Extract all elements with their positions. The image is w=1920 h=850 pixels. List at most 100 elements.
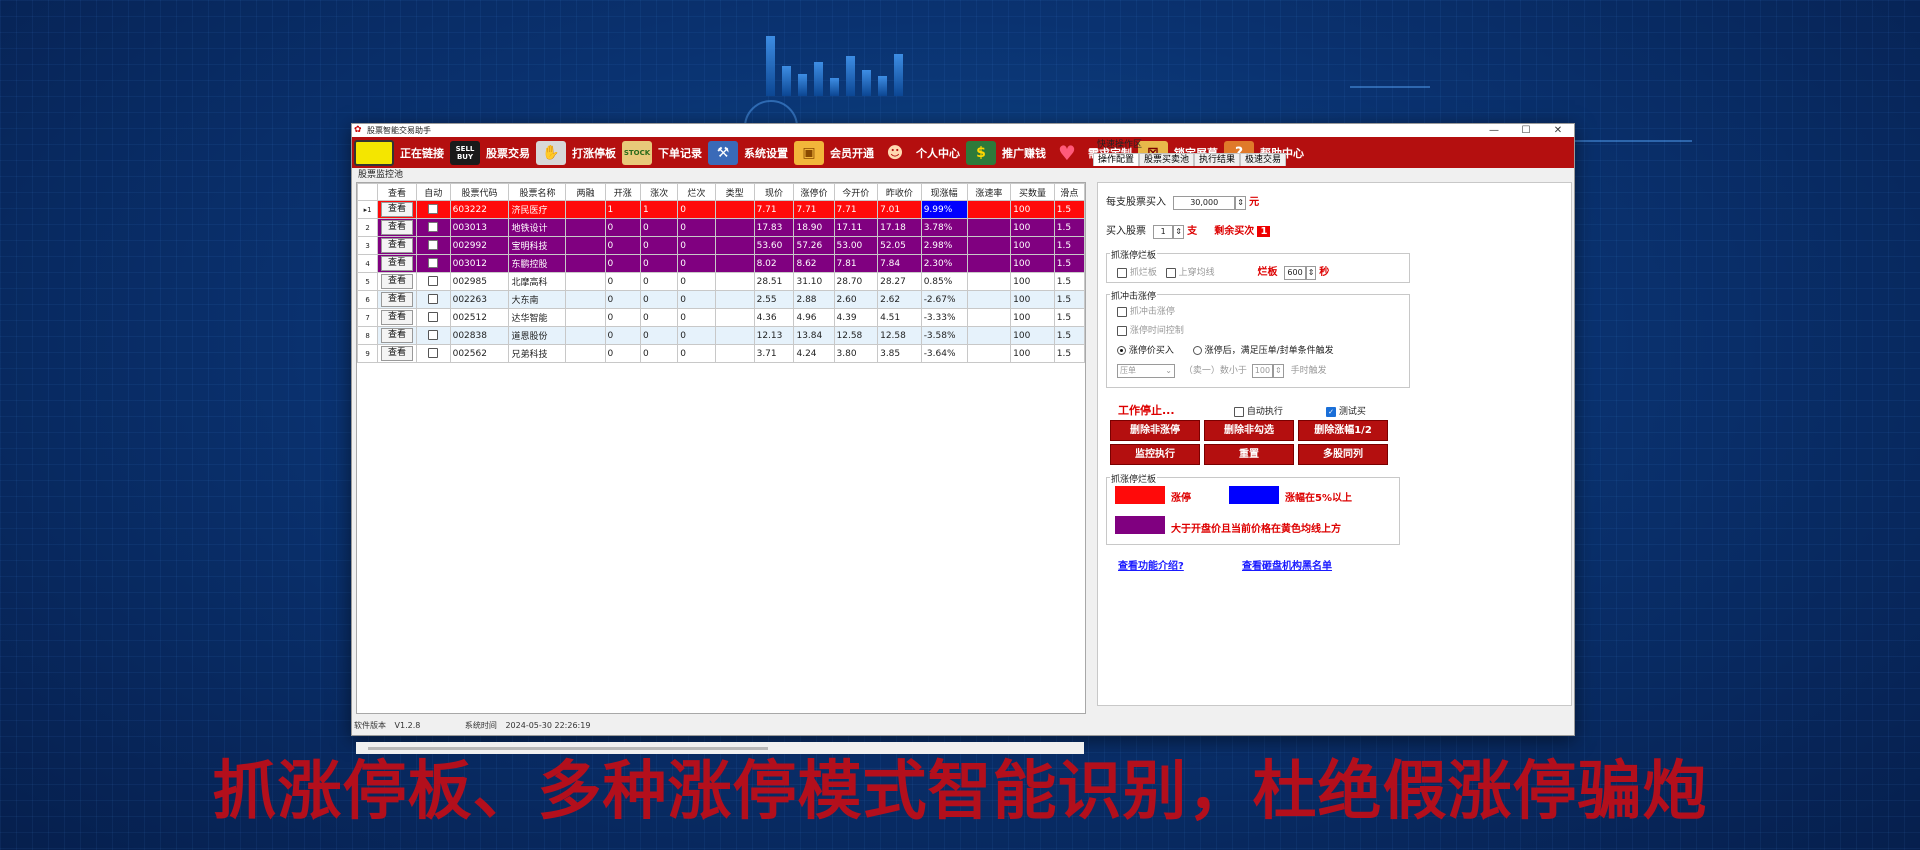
column-header[interactable]: 股票名称 (508, 183, 567, 201)
press-order-select[interactable]: 压单 ⌄ (1117, 364, 1175, 378)
toolbar-limit-up-button[interactable]: ✋ 打涨停板 (536, 139, 616, 167)
monitor-grid[interactable]: 查看 自动 股票代码 股票名称 两融 开涨 涨次 烂次 类型 现价 涨停价 今开价 昨收价 现涨幅 涨速率买… (356, 182, 1086, 714)
column-header[interactable]: 开涨 (604, 183, 642, 201)
column-header[interactable]: 现价 (753, 183, 795, 201)
delete-unchecked-button[interactable]: 删除非勾选 (1204, 420, 1294, 441)
column-header[interactable]: 涨速率 (966, 183, 1012, 201)
table-row[interactable]: 8 查看 002838 道恩股份 0 0 0 12.13 13.84 12.58 12.58 -3.5… (357, 326, 1085, 345)
multi-stock-button[interactable]: 多股同列 (1298, 444, 1388, 465)
toolbar-profile-button[interactable]: ☻ 个人中心 (880, 139, 960, 167)
per-buy-spinner[interactable]: ⇕ (1235, 196, 1246, 210)
table-cell (565, 200, 606, 219)
column-header[interactable]: 昨收价 (877, 183, 922, 201)
tab-results[interactable]: 执行结果 (1194, 153, 1241, 166)
auto-checkbox[interactable] (428, 240, 439, 251)
tab-config[interactable]: 操作配置 (1093, 153, 1140, 166)
toolbar-orders-button[interactable]: STOCK 下单记录 (622, 139, 702, 167)
view-button[interactable]: 查看 (381, 274, 414, 289)
view-button[interactable]: 查看 (381, 346, 414, 361)
auto-checkbox[interactable] (428, 222, 439, 233)
column-header[interactable]: 查看 (377, 183, 417, 201)
tab-fast-trade[interactable]: 极速交易 (1240, 153, 1287, 166)
column-header[interactable]: 买数量 (1010, 183, 1055, 201)
column-header[interactable]: 涨停价 (793, 183, 835, 201)
table-cell (966, 344, 1012, 363)
buy-count-spinner[interactable]: ⇕ (1173, 225, 1184, 239)
after-limit-radio[interactable] (1192, 346, 1202, 355)
maximize-button[interactable]: ☐ (1510, 125, 1542, 137)
view-button[interactable]: 查看 (381, 310, 414, 325)
column-header[interactable]: 自动 (415, 183, 451, 201)
broken-seconds-spinner[interactable]: ⇕ (1305, 266, 1317, 280)
table-row[interactable]: 4 查看 003012 东鹏控股 0 0 0 8.02 8.62 7.81 7.84 2.30% 100… (357, 254, 1085, 273)
toolbar-trade-button[interactable]: SELL BUY 股票交易 (450, 139, 530, 167)
column-header[interactable]: 今开价 (833, 183, 879, 201)
buy-count-input[interactable]: 1 (1153, 225, 1174, 239)
auto-checkbox[interactable] (428, 258, 439, 269)
toolbar-promote-button[interactable]: $ 推广赚钱 (966, 139, 1046, 167)
table-row[interactable]: 6 查看 002263 大东南 0 0 0 2.55 2.88 2.60 2.62 -2.67% 100… (357, 290, 1085, 309)
column-header[interactable]: 现涨幅 (920, 183, 968, 201)
blacklist-link[interactable]: 查看砸盘机构黑名单 (1242, 557, 1332, 572)
view-button[interactable]: 查看 (381, 220, 414, 235)
cross-ma-checkbox[interactable] (1165, 267, 1176, 278)
column-header[interactable]: 股票代码 (449, 183, 510, 201)
table-cell: 002838 (449, 326, 510, 345)
feature-intro-link[interactable]: 查看功能介绍? (1118, 557, 1184, 572)
column-header[interactable]: 两融 (565, 183, 606, 201)
toolbar-label: 推广赚钱 (1002, 146, 1046, 160)
limit-price-radio[interactable] (1117, 346, 1126, 355)
quick-tabs: 操作配置 股票买卖池 执行结果 极速交易 (1093, 153, 1574, 166)
table-row[interactable]: ▸1 查看 603222 济民医疗 1 1 0 7.71 7.71 7.71 7.01 9.99% 10… (357, 200, 1085, 219)
table-row[interactable]: 3 查看 002992 宝明科技 0 0 0 53.60 57.26 53.00 52.05 2.98… (357, 236, 1085, 255)
close-button[interactable]: ✕ (1542, 125, 1574, 137)
per-buy-input[interactable]: 30,000 (1173, 196, 1236, 210)
monitor-exec-button[interactable]: 监控执行 (1110, 444, 1200, 465)
sell1-spinner[interactable]: ⇕ (1273, 364, 1284, 378)
table-cell (966, 200, 1012, 219)
column-header[interactable]: 类型 (714, 183, 755, 201)
time-value: 2024-05-30 22:26:19 (505, 721, 591, 730)
minimize-button[interactable]: — (1478, 125, 1510, 137)
table-row[interactable]: 7 查看 002512 达华智能 0 0 0 4.36 4.96 4.39 4.51 -3.33% 10… (357, 308, 1085, 327)
column-header[interactable]: 涨次 (640, 183, 679, 201)
table-row[interactable]: 2 查看 003013 地铁设计 0 0 0 17.83 18.90 17.11 17.18 3.78… (357, 218, 1085, 237)
toolbar-membership-button[interactable]: ▣ 会员开通 (794, 139, 874, 167)
table-cell (966, 308, 1012, 327)
auto-checkbox[interactable] (428, 294, 439, 305)
view-button[interactable]: 查看 (381, 238, 414, 253)
toolbar-connecting-button[interactable]: 正在链接 (354, 139, 444, 167)
catch-impact-checkbox[interactable] (1117, 306, 1127, 317)
broken-seconds-input[interactable]: 600 (1284, 266, 1306, 280)
view-cell: 查看 (377, 254, 417, 273)
view-button[interactable]: 查看 (381, 256, 414, 271)
legend-group: 抓涨停烂板 涨停 涨幅在5%以上 大于开盘价且当前价格在黄色均线上方 (1106, 472, 1400, 545)
table-row[interactable]: 9 查看 002562 兄弟科技 0 0 0 3.71 4.24 3.80 3.85 -3.64% 10… (357, 344, 1085, 363)
delete-non-limit-button[interactable]: 删除非涨停 (1110, 420, 1200, 441)
view-button[interactable]: 查看 (381, 292, 414, 307)
table-cell: 0 (677, 344, 716, 363)
sell1-input[interactable]: 100 (1251, 364, 1274, 378)
auto-checkbox[interactable] (428, 312, 439, 323)
column-header[interactable]: 烂次 (677, 183, 716, 201)
time-control-checkbox[interactable] (1117, 325, 1127, 336)
table-cell (714, 218, 755, 237)
auto-exec-checkbox[interactable] (1234, 406, 1244, 417)
tab-trade-pool[interactable]: 股票买卖池 (1139, 153, 1195, 166)
view-button[interactable]: 查看 (381, 202, 414, 217)
view-button[interactable]: 查看 (381, 328, 414, 343)
table-row[interactable]: 5 查看 002985 北摩高科 0 0 0 28.51 31.10 28.70 28.27 0.85… (357, 272, 1085, 291)
auto-checkbox[interactable] (428, 330, 439, 341)
auto-checkbox[interactable] (428, 276, 439, 287)
reset-button[interactable]: 重置 (1204, 444, 1294, 465)
delete-half-rise-button[interactable]: 删除涨幅1/2 (1298, 420, 1388, 441)
toolbar-settings-button[interactable]: ⚒ 系统设置 (708, 139, 788, 167)
catch-broken-checkbox[interactable] (1117, 267, 1127, 278)
test-buy-checkbox[interactable]: ✓ (1326, 406, 1336, 417)
auto-checkbox[interactable] (428, 348, 439, 359)
table-cell (714, 200, 755, 219)
column-header[interactable]: 滑点 (1053, 183, 1085, 201)
auto-checkbox[interactable] (428, 204, 439, 215)
row-index: 2 (357, 218, 379, 237)
buy-count-label: 买入股票 (1106, 226, 1146, 237)
